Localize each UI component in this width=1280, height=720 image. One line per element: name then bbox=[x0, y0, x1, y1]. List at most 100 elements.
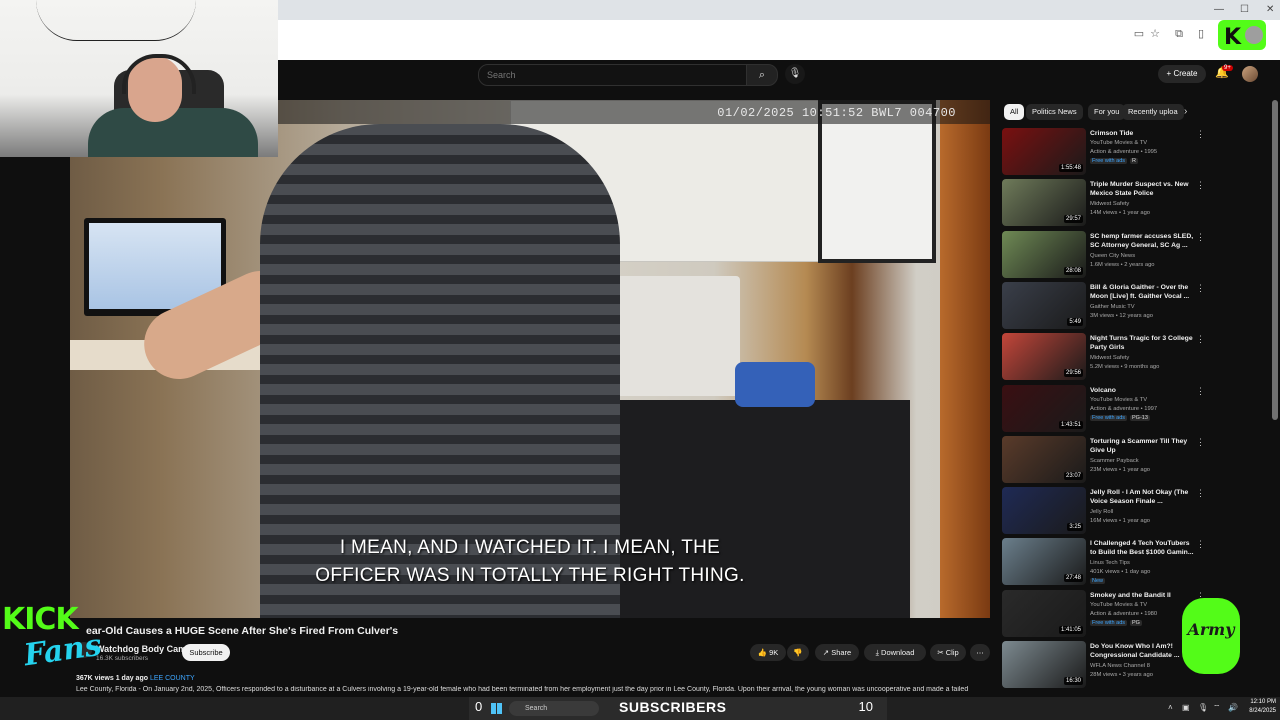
recommendation-channel[interactable]: Gaither Music TV bbox=[1090, 303, 1135, 311]
channel-name[interactable]: Watchdog Body Cam bbox=[96, 644, 186, 654]
more-vertical-icon[interactable]: ⋮ bbox=[1196, 540, 1205, 549]
recommendation-title[interactable]: SC hemp farmer accuses SLED, SC Attorney… bbox=[1090, 232, 1194, 250]
create-button[interactable]: + Create bbox=[1158, 65, 1206, 83]
recommendation-channel[interactable]: Queen City News bbox=[1090, 252, 1135, 260]
recommendation-title[interactable]: Torturing a Scammer Till They Give Up bbox=[1090, 437, 1194, 455]
page-scrollbar[interactable] bbox=[1272, 100, 1278, 420]
recommendation-item[interactable]: 1:43:51 Volcano YouTube Movies & TV Action … bbox=[1002, 384, 1205, 434]
more-vertical-icon[interactable]: ⋮ bbox=[1196, 386, 1205, 396]
sidebar-icon[interactable]: ▯ bbox=[1194, 27, 1208, 41]
video-thumbnail[interactable]: 1:43:51 bbox=[1002, 384, 1086, 432]
filter-chip[interactable]: Recently uploa bbox=[1122, 104, 1184, 120]
recommendation-title[interactable]: Jelly Roll - I Am Not Okay (The Voice Se… bbox=[1090, 488, 1194, 506]
recommendation-item[interactable]: 16:30 Do You Know Who I Am?! Congressiona… bbox=[1002, 641, 1205, 690]
recommendation-title[interactable]: Crimson Tide bbox=[1090, 129, 1194, 138]
recommendation-meta: 23M views • 1 year ago bbox=[1090, 466, 1151, 473]
recommendation-item[interactable]: 27:48 I Challenged 4 Tech YouTubers to Bu… bbox=[1002, 538, 1205, 587]
recommendation-title[interactable]: Night Turns Tragic for 3 College Party G… bbox=[1090, 334, 1194, 352]
clip-button[interactable]: ✂ Clip bbox=[930, 644, 966, 661]
video-duration: 16:30 bbox=[1063, 677, 1083, 685]
video-thumbnail[interactable]: 1:55:48 bbox=[1002, 128, 1086, 175]
recommendation-title[interactable]: Triple Murder Suspect vs. New Mexico Sta… bbox=[1090, 180, 1194, 198]
recommendation-channel[interactable]: WFLA News Channel 8 bbox=[1090, 662, 1150, 670]
recommendation-title[interactable]: Smokey and the Bandit II bbox=[1090, 591, 1194, 600]
windows-start-icon[interactable] bbox=[491, 703, 502, 714]
maximize-button[interactable]: ☐ bbox=[1240, 4, 1249, 15]
video-description[interactable]: Lee County, Florida - On January 2nd, 20… bbox=[76, 686, 988, 693]
more-actions-button[interactable]: ⋯ bbox=[970, 644, 990, 661]
voice-search-button[interactable]: 🎙 bbox=[785, 64, 805, 84]
recommendation-channel[interactable]: Scammer Payback bbox=[1090, 457, 1139, 465]
badge: Free with ads bbox=[1090, 414, 1128, 421]
video-thumbnail[interactable]: 27:48 bbox=[1002, 538, 1086, 586]
video-thumbnail[interactable]: 29:56 bbox=[1002, 333, 1086, 381]
scissors-icon: ✂ bbox=[937, 648, 944, 657]
recommendation-channel[interactable]: Jelly Roll bbox=[1090, 508, 1113, 516]
cast-icon[interactable]: ▭ bbox=[1132, 27, 1146, 41]
recommendation-item[interactable]: 29:57 Triple Murder Suspect vs. New Mexic… bbox=[1002, 179, 1205, 228]
chevron-right-icon[interactable]: › bbox=[1184, 104, 1198, 120]
account-avatar[interactable] bbox=[1242, 66, 1258, 82]
close-window-button[interactable]: ✕ bbox=[1266, 4, 1274, 15]
tray-chevron-icon[interactable]: ˄ bbox=[1168, 703, 1173, 712]
download-button[interactable]: ⤓ Download bbox=[864, 644, 926, 661]
filter-chip[interactable]: For you bbox=[1088, 104, 1126, 120]
taskbar-date[interactable]: 8/24/2025 bbox=[1244, 708, 1276, 714]
subscribe-button[interactable]: Subscribe bbox=[182, 644, 230, 661]
recommendation-channel[interactable]: Linus Tech Tips bbox=[1090, 559, 1130, 567]
taskbar-search[interactable]: Search bbox=[509, 701, 599, 716]
recommendation-title[interactable]: Volcano bbox=[1090, 386, 1194, 395]
video-thumbnail[interactable]: 28:08 bbox=[1002, 230, 1086, 278]
address-bar[interactable] bbox=[278, 20, 1280, 61]
recommendation-item[interactable]: 23:07 Torturing a Scammer Till They Give … bbox=[1002, 435, 1205, 485]
more-vertical-icon[interactable]: ⋮ bbox=[1196, 437, 1205, 447]
more-vertical-icon[interactable]: ⋮ bbox=[1196, 489, 1205, 498]
recommendation-title[interactable]: Do You Know Who I Am?! Congressional Can… bbox=[1090, 642, 1194, 660]
recommendation-item[interactable]: 29:56 Night Turns Tragic for 3 College Pa… bbox=[1002, 333, 1205, 382]
extensions-icon[interactable]: ⧉ bbox=[1172, 27, 1186, 41]
like-button[interactable]: 👍 9K bbox=[750, 644, 786, 661]
recommendation-channel[interactable]: YouTube Movies & TV bbox=[1090, 601, 1147, 609]
more-vertical-icon[interactable]: ⋮ bbox=[1196, 130, 1205, 139]
minimize-button[interactable]: — bbox=[1214, 4, 1224, 15]
dislike-button[interactable]: 👎 bbox=[787, 644, 809, 661]
video-thumbnail[interactable]: 16:30 bbox=[1002, 641, 1086, 688]
taskbar-time[interactable]: 12:10 PM bbox=[1244, 699, 1276, 705]
share-button[interactable]: ↗ Share bbox=[815, 644, 859, 661]
filter-chip[interactable]: Politics News bbox=[1026, 104, 1083, 120]
recommendation-channel[interactable]: YouTube Movies & TV bbox=[1090, 396, 1147, 404]
tray-app-icon[interactable]: ▣ bbox=[1182, 703, 1190, 712]
video-player[interactable]: 01/02/2025 10:51:52 BWL7 004700 I MEAN, … bbox=[70, 100, 990, 618]
search-button[interactable]: ⌕ bbox=[746, 64, 778, 86]
video-thumbnail[interactable]: 5:49 bbox=[1002, 281, 1086, 329]
more-vertical-icon[interactable]: ⋮ bbox=[1196, 232, 1205, 242]
recommendation-item[interactable]: 1:41:05 Smokey and the Bandit II YouTube M… bbox=[1002, 589, 1205, 639]
recommendation-title[interactable]: Bill & Gloria Gaither - Over the Moon [L… bbox=[1090, 283, 1194, 301]
filter-chip[interactable]: All bbox=[1004, 104, 1025, 120]
upload-age: 1 day ago bbox=[115, 675, 148, 682]
recommendation-title[interactable]: I Challenged 4 Tech YouTubers to Build t… bbox=[1090, 539, 1194, 557]
more-vertical-icon[interactable]: ⋮ bbox=[1196, 181, 1205, 190]
recommendation-channel[interactable]: Midwest Safety bbox=[1090, 354, 1129, 362]
recommendation-channel[interactable]: Midwest Safety bbox=[1090, 200, 1129, 208]
recommendation-item[interactable]: 28:08 SC hemp farmer accuses SLED, SC Att… bbox=[1002, 230, 1205, 280]
recommendation-item[interactable]: 5:49 Bill & Gloria Gaither - Over the Moo… bbox=[1002, 281, 1205, 331]
scene-door bbox=[940, 100, 990, 618]
video-thumbnail[interactable]: 3:25 bbox=[1002, 487, 1086, 535]
mic-tray-icon[interactable]: 🎙 bbox=[1198, 703, 1208, 712]
recommendation-item[interactable]: 3:25 Jelly Roll - I Am Not Okay (The Voic… bbox=[1002, 487, 1205, 536]
hashtag-link[interactable]: LEE COUNTY bbox=[150, 675, 195, 682]
more-vertical-icon[interactable]: ⋮ bbox=[1196, 335, 1205, 344]
recommendation-meta: Action & adventure • 1980 bbox=[1090, 610, 1158, 617]
bookmark-star-icon[interactable]: ☆ bbox=[1148, 27, 1162, 41]
search-box[interactable] bbox=[478, 64, 747, 86]
video-thumbnail[interactable]: 29:57 bbox=[1002, 179, 1086, 227]
volume-icon[interactable]: 🔊 bbox=[1228, 703, 1238, 712]
video-thumbnail[interactable]: 1:41:05 bbox=[1002, 589, 1086, 637]
more-vertical-icon[interactable]: ⋮ bbox=[1196, 283, 1205, 293]
video-thumbnail[interactable]: 23:07 bbox=[1002, 435, 1086, 483]
search-input[interactable] bbox=[479, 65, 727, 85]
recommendation-item[interactable]: 1:55:48 Crimson Tide YouTube Movies & TV Ac… bbox=[1002, 128, 1205, 177]
wifi-icon[interactable]: ⌔ bbox=[1213, 703, 1221, 713]
recommendation-channel[interactable]: YouTube Movies & TV bbox=[1090, 139, 1147, 147]
